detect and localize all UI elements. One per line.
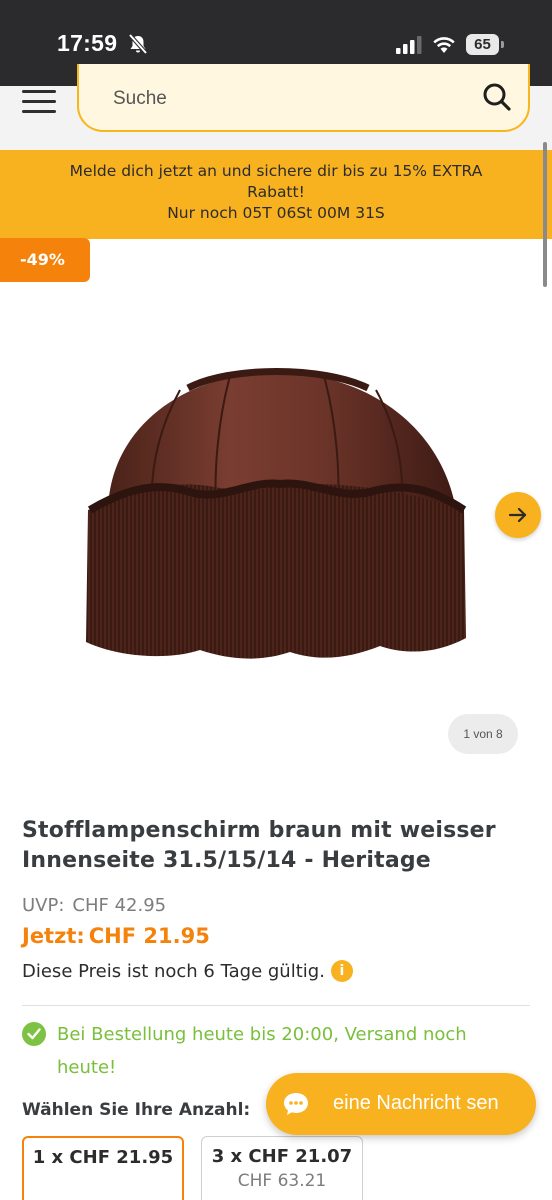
uvp-price-row: UVP: CHF 42.95 [22,895,166,916]
discount-badge: -49% [0,238,90,282]
promo-text-cont: Rabatt! [247,183,305,201]
product-title: Stofflampenschirm braun mit weisser Inne… [22,818,496,873]
chat-bubble-icon [284,1093,308,1115]
current-price: CHF 21.95 [88,924,210,948]
price-label: Jetzt: [22,924,85,948]
arrow-right-icon [508,507,527,523]
image-counter: 1 von 8 [448,714,518,754]
price-validity-text: Diese Preis ist noch 6 Tage gültig. [22,961,325,982]
quantity-label: Wählen Sie Ihre Anzahl: [22,1100,251,1120]
check-circle-icon [22,1022,46,1046]
divider [22,1005,530,1006]
status-time: 17:59 [57,30,118,56]
menu-icon[interactable] [22,90,56,116]
quantity-option-3[interactable]: 3 x CHF 21.07 CHF 63.21 [201,1136,363,1200]
uvp-label: UVP: [22,895,65,916]
chat-button[interactable]: eine Nachricht sen [266,1073,536,1135]
battery-level: 65 [474,36,491,53]
promo-text: Melde dich jetzt an und sichere dir bis … [69,162,483,180]
quantity-option-total: CHF 63.21 [237,1171,327,1191]
wifi-icon [433,37,455,53]
product-page: 17:59 65 Suche Melde dich jetzt an und s… [0,0,552,1200]
bell-slash-icon [128,33,148,55]
signal-icon [396,36,422,54]
quantity-option-price: 1 x CHF 21.95 [32,1147,174,1168]
scrollbar[interactable] [543,142,547,287]
product-image[interactable] [80,360,472,670]
current-price-row: Jetzt: CHF 21.95 [22,924,210,948]
promo-banner[interactable]: Melde dich jetzt an und sichere dir bis … [0,150,552,239]
search-input[interactable]: Suche [77,64,530,132]
search-placeholder: Suche [113,88,167,109]
battery-icon: 65 [466,34,504,55]
promo-countdown: Nur noch 05T 06St 00M 31S [167,204,385,222]
next-image-button[interactable] [495,492,541,538]
price-validity: Diese Preis ist noch 6 Tage gültig. i [22,960,353,982]
site-header: Suche [0,64,552,150]
quantity-option-1[interactable]: 1 x CHF 21.95 [22,1136,184,1200]
search-icon[interactable] [482,82,512,112]
quantity-option-price: 3 x CHF 21.07 [211,1146,353,1167]
info-icon[interactable]: i [330,960,353,982]
chat-label: eine Nachricht sen [333,1092,499,1114]
uvp-price: CHF 42.95 [72,895,167,916]
